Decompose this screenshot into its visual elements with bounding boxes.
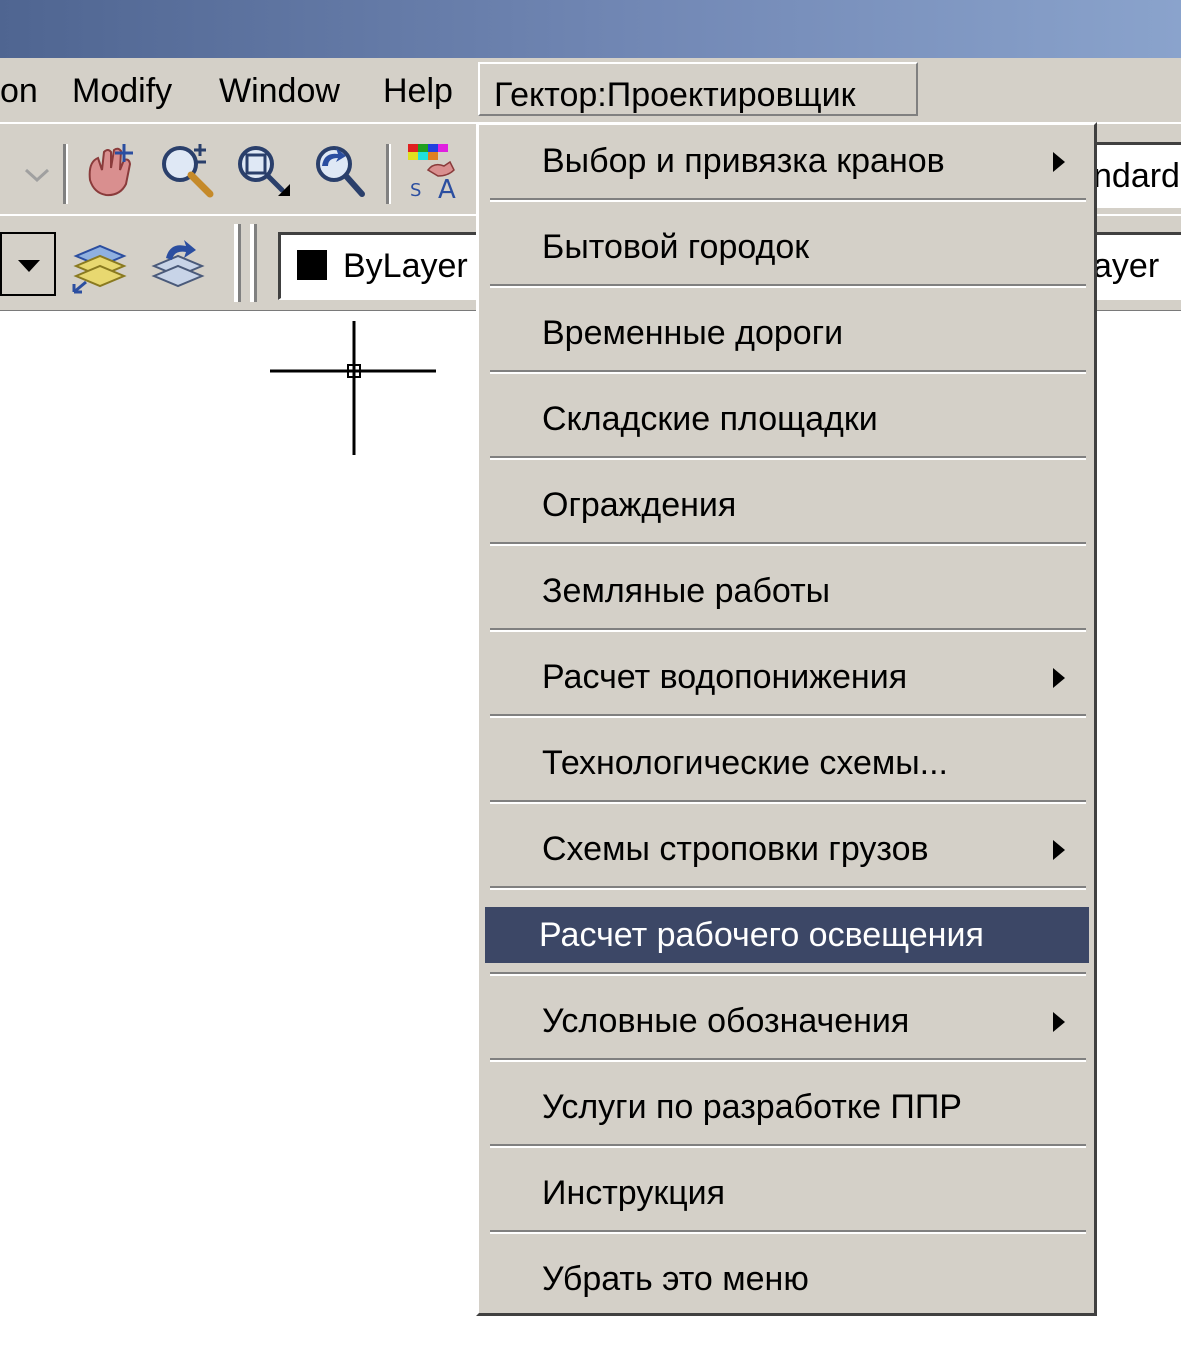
color-combo[interactable]: ByLayer [278, 232, 488, 300]
menu-window[interactable]: Window [219, 58, 340, 122]
menu-item-instructions[interactable]: Инструкция [488, 1165, 1088, 1221]
menu-item-label: Расчет водопонижения [542, 658, 908, 696]
title-bar [0, 0, 1181, 58]
text-style-icon[interactable]: S A [404, 140, 464, 200]
menu-item-label: Складские площадки [542, 400, 878, 438]
menu-item-label: Схемы строповки грузов [542, 830, 929, 868]
menu-item-site-camp[interactable]: Бытовой городок [488, 219, 1088, 275]
menu-item-label: Бытовой городок [542, 228, 810, 266]
color-combo-value: ByLayer [343, 247, 468, 285]
svg-text:S: S [410, 180, 421, 200]
menu-item-fencing[interactable]: Ограждения [488, 477, 1088, 533]
menu-item-label: Временные дороги [542, 314, 844, 352]
menu-item-label: Земляные работы [542, 572, 831, 610]
menu-gektor-proektirovshchik[interactable]: Гектор:Проектировщик [478, 62, 918, 116]
menu-item-label: Инструкция [542, 1174, 726, 1212]
linetype-combo-value: ayer [1093, 247, 1160, 285]
gektor-dropdown-menu: Выбор и привязка кранов Бытовой городок … [476, 122, 1097, 1316]
toolbar-separator [63, 144, 68, 204]
menu-separator [490, 542, 1086, 546]
pan-realtime-icon[interactable] [80, 140, 140, 200]
layer-combo-dropdown-button[interactable] [0, 232, 56, 296]
toolbar-grip[interactable] [250, 224, 257, 302]
menu-item-label: Выбор и привязка кранов [542, 142, 945, 180]
text-style-combo[interactable]: ndard [1090, 142, 1181, 208]
submenu-arrow-icon [1053, 1012, 1065, 1032]
toolbar-separator [386, 144, 391, 204]
menu-item-rigging-schemes[interactable]: Схемы строповки грузов [488, 821, 1088, 877]
menu-separator [490, 456, 1086, 460]
menu-bar: on Modify Window Help Гектор:Проектировщ… [0, 58, 1181, 122]
menu-item-label: Услуги по разработке ППР [542, 1088, 962, 1126]
menu-item-label: Ограждения [542, 486, 737, 524]
menu-item-temporary-roads[interactable]: Временные дороги [488, 305, 1088, 361]
menu-item-crane-selection[interactable]: Выбор и привязка кранов [488, 133, 1088, 189]
menu-separator [490, 628, 1086, 632]
menu-separator [490, 886, 1086, 890]
menu-item-label: Условные обозначения [542, 1002, 910, 1040]
menu-modify[interactable]: Modify [72, 58, 172, 122]
layer-previous-icon[interactable] [148, 236, 208, 296]
menu-dimension[interactable]: on [0, 58, 38, 122]
menu-separator [490, 1230, 1086, 1234]
menu-separator [490, 972, 1086, 976]
submenu-arrow-icon [1053, 152, 1065, 172]
linetype-combo[interactable]: ayer [1090, 232, 1181, 300]
menu-separator [490, 1144, 1086, 1148]
menu-item-ppr-services[interactable]: Услуги по разработке ППР [488, 1079, 1088, 1135]
menu-item-label: Расчет рабочего освещения [539, 916, 984, 954]
menu-separator [490, 714, 1086, 718]
menu-item-storage-areas[interactable]: Складские площадки [488, 391, 1088, 447]
zoom-realtime-icon[interactable] [156, 140, 216, 200]
menu-item-technology-schemes[interactable]: Технологические схемы... [488, 735, 1088, 791]
menu-separator [490, 198, 1086, 202]
menu-item-work-lighting-calc[interactable]: Расчет рабочего освещения [485, 907, 1089, 963]
zoom-window-icon[interactable] [232, 140, 292, 200]
menu-separator [490, 800, 1086, 804]
menu-item-symbols[interactable]: Условные обозначения [488, 993, 1088, 1049]
chevron-down-icon[interactable] [22, 164, 52, 184]
menu-separator [490, 284, 1086, 288]
menu-item-dewatering-calc[interactable]: Расчет водопонижения [488, 649, 1088, 705]
menu-item-earthworks[interactable]: Земляные работы [488, 563, 1088, 619]
toolbar-grip[interactable] [234, 224, 241, 302]
zoom-previous-icon[interactable] [308, 140, 368, 200]
submenu-arrow-icon [1053, 840, 1065, 860]
color-swatch [297, 250, 327, 281]
menu-item-label: Технологические схемы... [542, 744, 949, 782]
submenu-arrow-icon [1053, 668, 1065, 688]
menu-item-remove-menu[interactable]: Убрать это меню [488, 1251, 1088, 1307]
menu-separator [490, 1058, 1086, 1062]
svg-text:A: A [438, 175, 456, 200]
text-style-combo-value: ndard [1093, 157, 1180, 195]
menu-item-label: Убрать это меню [542, 1260, 809, 1298]
menu-help[interactable]: Help [383, 58, 453, 122]
menu-separator [490, 370, 1086, 374]
layer-manager-icon[interactable] [70, 236, 130, 296]
crosshair-cursor [270, 321, 436, 455]
